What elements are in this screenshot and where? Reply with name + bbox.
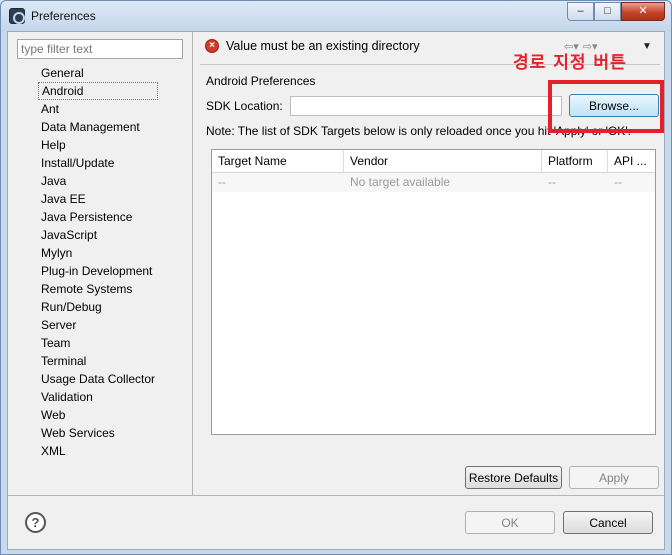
annotation-label: 경로 지정 버튼	[513, 53, 627, 73]
tree-item-java[interactable]: Java	[38, 172, 158, 190]
column-vendor[interactable]: Vendor	[344, 150, 542, 173]
tree-item-mylyn[interactable]: Mylyn	[38, 244, 158, 262]
ok-button[interactable]: OK	[465, 511, 555, 534]
preferences-window: Preferences – □ ✕ General Android Ant Da…	[0, 0, 672, 555]
cell-vendor: No target available	[350, 175, 451, 189]
tree-item-help[interactable]: Help	[38, 136, 158, 154]
maximize-button[interactable]: □	[594, 2, 621, 21]
annotation-highlight-box	[548, 80, 664, 133]
close-button[interactable]: ✕	[621, 2, 665, 21]
column-platform[interactable]: Platform	[542, 150, 608, 173]
cell-api: --	[614, 175, 622, 189]
sdk-targets-table[interactable]: Target Name Vendor Platform API ... -- N…	[211, 149, 656, 435]
cell-platform: --	[548, 175, 556, 189]
tree-item-android[interactable]: Android	[38, 82, 159, 100]
tree-item-install-update[interactable]: Install/Update	[38, 154, 158, 172]
footer-divider	[8, 495, 664, 496]
table-row[interactable]: -- No target available -- --	[212, 173, 655, 192]
apply-button[interactable]: Apply	[569, 466, 659, 489]
tree-item-javascript[interactable]: JavaScript	[38, 226, 158, 244]
help-icon[interactable]: ?	[25, 512, 46, 533]
view-menu-icon[interactable]: ▼	[642, 41, 652, 52]
tree-item-xml[interactable]: XML	[38, 442, 158, 460]
preference-tree: General Android Ant Data Management Help…	[38, 64, 159, 460]
error-icon: ×	[205, 39, 219, 53]
cancel-button[interactable]: Cancel	[563, 511, 653, 534]
tree-item-web[interactable]: Web	[38, 406, 158, 424]
tree-item-data-management[interactable]: Data Management	[38, 118, 158, 136]
column-target-name[interactable]: Target Name	[212, 150, 344, 173]
tree-item-web-services[interactable]: Web Services	[38, 424, 158, 442]
table-header: Target Name Vendor Platform API ...	[212, 150, 655, 173]
sdk-location-label: SDK Location:	[206, 99, 283, 113]
minimize-button[interactable]: –	[567, 2, 594, 21]
eclipse-app-icon	[9, 8, 25, 24]
column-api[interactable]: API ...	[608, 150, 655, 173]
sdk-location-input[interactable]	[290, 96, 562, 116]
window-title: Preferences	[31, 9, 96, 23]
sash-divider[interactable]	[192, 32, 193, 495]
title-bar[interactable]: Preferences – □ ✕	[1, 1, 671, 31]
tree-item-ant[interactable]: Ant	[38, 100, 158, 118]
tree-item-plugin-development[interactable]: Plug-in Development	[38, 262, 158, 280]
tree-item-remote-systems[interactable]: Remote Systems	[38, 280, 158, 298]
window-controls: – □ ✕	[567, 2, 665, 22]
error-message: Value must be an existing directory	[226, 39, 420, 53]
tree-item-java-persistence[interactable]: Java Persistence	[38, 208, 158, 226]
tree-item-server[interactable]: Server	[38, 316, 158, 334]
tree-item-java-ee[interactable]: Java EE	[38, 190, 158, 208]
tree-item-terminal[interactable]: Terminal	[38, 352, 158, 370]
tree-item-validation[interactable]: Validation	[38, 388, 158, 406]
tree-item-general[interactable]: General	[38, 64, 158, 82]
page-title: Android Preferences	[206, 74, 316, 88]
cell-target-name: --	[218, 175, 226, 189]
filter-input[interactable]	[17, 39, 183, 59]
tree-item-usage-data-collector[interactable]: Usage Data Collector	[38, 370, 158, 388]
tree-item-run-debug[interactable]: Run/Debug	[38, 298, 158, 316]
restore-defaults-button[interactable]: Restore Defaults	[465, 466, 562, 489]
tree-item-team[interactable]: Team	[38, 334, 158, 352]
